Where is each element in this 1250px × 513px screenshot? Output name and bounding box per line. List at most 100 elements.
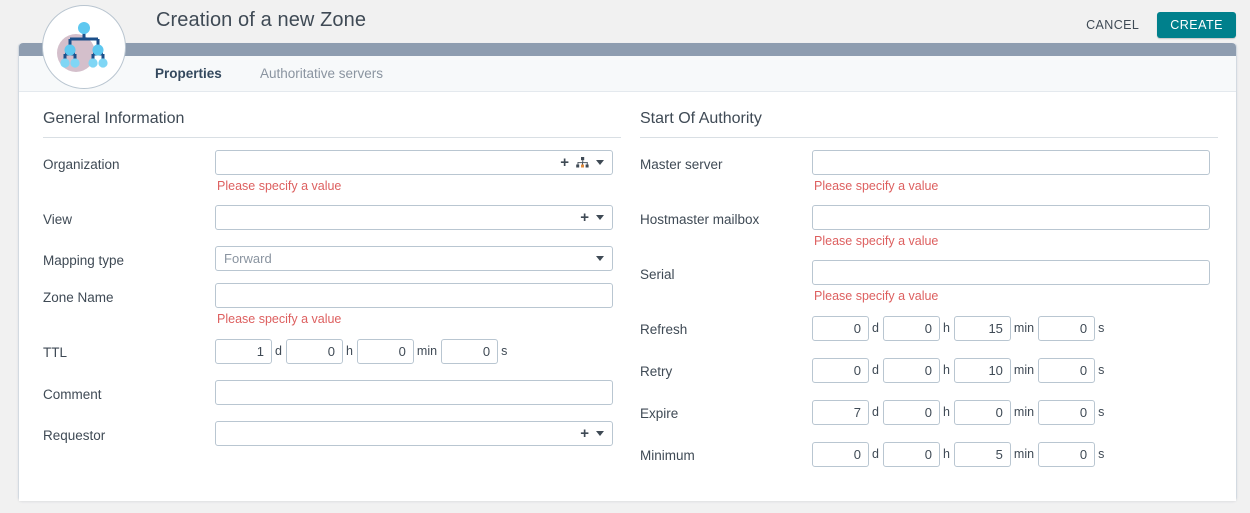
create-button[interactable]: CREATE [1157, 12, 1236, 38]
refresh-seconds-input[interactable] [1038, 316, 1096, 341]
label-expire: Expire [640, 406, 679, 421]
mapping-type-value: Forward [224, 251, 272, 266]
mapping-type-select[interactable]: Forward [215, 246, 613, 271]
general-information-title: General Information [43, 92, 621, 138]
minimum-minutes-unit: min [1013, 447, 1035, 461]
dns-zone-tree-icon [57, 22, 108, 72]
start-of-authority-section: Start Of Authority Master server Please … [640, 92, 1218, 467]
chevron-down-icon[interactable] [596, 215, 604, 220]
field-expire: Expire d h min s [640, 399, 1218, 425]
zone-name-input[interactable] [215, 283, 613, 308]
field-zone-name: Zone Name Please specify a value [43, 283, 621, 326]
chevron-down-icon[interactable] [596, 431, 604, 436]
serial-error: Please specify a value [814, 289, 939, 303]
general-information-section: General Information Organization + Pleas… [43, 92, 621, 446]
expire-seconds-unit: s [1098, 405, 1105, 419]
ttl-minutes-input[interactable] [356, 339, 414, 364]
hostmaster-mailbox-input[interactable] [812, 205, 1210, 230]
field-comment: Comment [43, 380, 621, 405]
minimum-seconds-input[interactable] [1038, 442, 1096, 467]
expire-minutes-input[interactable] [953, 400, 1011, 425]
cancel-button[interactable]: CANCEL [1080, 14, 1145, 36]
mapping-type-icons [596, 256, 612, 261]
organization-error: Please specify a value [217, 179, 342, 193]
tree-icon[interactable] [576, 157, 589, 168]
field-master-server: Master server Please specify a value [640, 150, 1218, 193]
minimum-hours-unit: h [942, 447, 950, 461]
label-retry: Retry [640, 364, 673, 379]
requestor-combo-icons: + [580, 426, 612, 441]
comment-input[interactable] [215, 380, 613, 405]
field-retry: Retry d h min s [640, 357, 1218, 383]
tab-authoritative-servers[interactable]: Authoritative servers [260, 66, 383, 81]
label-ttl: TTL [43, 345, 68, 360]
minimum-days-unit: d [872, 447, 879, 461]
expire-minutes-unit: min [1013, 405, 1035, 419]
ttl-minutes-unit: min [416, 344, 438, 358]
form-body: General Information Organization + Pleas… [19, 92, 1236, 501]
master-server-input[interactable] [812, 150, 1210, 175]
refresh-days-input[interactable] [812, 316, 869, 341]
serial-input[interactable] [812, 260, 1210, 285]
plus-icon[interactable]: + [580, 210, 589, 225]
refresh-hours-input[interactable] [882, 316, 940, 341]
chevron-down-icon[interactable] [596, 256, 604, 261]
minimum-minutes-input[interactable] [953, 442, 1011, 467]
label-refresh: Refresh [640, 322, 688, 337]
field-requestor: Requestor + [43, 421, 621, 446]
ttl-hours-input[interactable] [285, 339, 343, 364]
requestor-combo[interactable]: + [215, 421, 613, 446]
zone-creation-card: Properties Authoritative servers General… [18, 43, 1237, 501]
retry-hours-unit: h [942, 363, 950, 377]
field-view: View + [43, 205, 621, 230]
field-ttl: TTL d h min s [43, 338, 621, 364]
minimum-hours-input[interactable] [882, 442, 940, 467]
expire-days-input[interactable] [812, 400, 869, 425]
retry-days-input[interactable] [812, 358, 869, 383]
label-zone-name: Zone Name [43, 290, 114, 305]
retry-seconds-unit: s [1098, 363, 1105, 377]
retry-minutes-input[interactable] [953, 358, 1011, 383]
label-mapping-type: Mapping type [43, 253, 125, 268]
retry-seconds-input[interactable] [1038, 358, 1096, 383]
header-actions: CANCEL CREATE [1080, 12, 1236, 38]
minimum-duration-group: d h min s [812, 441, 1218, 467]
ttl-days-input[interactable] [215, 339, 272, 364]
start-of-authority-title: Start Of Authority [640, 92, 1218, 138]
label-minimum: Minimum [640, 448, 695, 463]
expire-duration-group: d h min s [812, 399, 1218, 425]
label-comment: Comment [43, 387, 102, 402]
ttl-seconds-input[interactable] [441, 339, 499, 364]
retry-days-unit: d [872, 363, 879, 377]
view-combo-icons: + [580, 210, 612, 225]
expire-hours-input[interactable] [882, 400, 940, 425]
field-minimum: Minimum d h min s [640, 441, 1218, 467]
tab-properties[interactable]: Properties [155, 66, 222, 81]
refresh-minutes-input[interactable] [953, 316, 1011, 341]
label-requestor: Requestor [43, 428, 106, 443]
expire-seconds-input[interactable] [1038, 400, 1096, 425]
retry-hours-input[interactable] [882, 358, 940, 383]
ttl-days-unit: d [275, 344, 282, 358]
organization-combo[interactable]: + [215, 150, 613, 175]
refresh-duration-group: d h min s [812, 315, 1218, 341]
organization-combo-icons: + [560, 155, 612, 170]
expire-days-unit: d [872, 405, 879, 419]
page-title: Creation of a new Zone [156, 9, 367, 31]
plus-icon[interactable]: + [560, 155, 569, 170]
label-serial: Serial [640, 267, 675, 282]
view-combo[interactable]: + [215, 205, 613, 230]
field-mapping-type: Mapping type Forward [43, 246, 621, 271]
expire-hours-unit: h [942, 405, 950, 419]
zone-name-error: Please specify a value [217, 312, 342, 326]
ttl-duration-group: d h min s [215, 338, 621, 364]
retry-duration-group: d h min s [812, 357, 1218, 383]
field-organization: Organization + Please specify a value [43, 150, 621, 193]
chevron-down-icon[interactable] [596, 160, 604, 165]
hostmaster-mailbox-error: Please specify a value [814, 234, 939, 248]
plus-icon[interactable]: + [580, 426, 589, 441]
minimum-days-input[interactable] [812, 442, 869, 467]
label-master-server: Master server [640, 157, 723, 172]
label-organization: Organization [43, 157, 120, 172]
app-header: Creation of a new Zone CANCEL CREATE [0, 0, 1250, 43]
